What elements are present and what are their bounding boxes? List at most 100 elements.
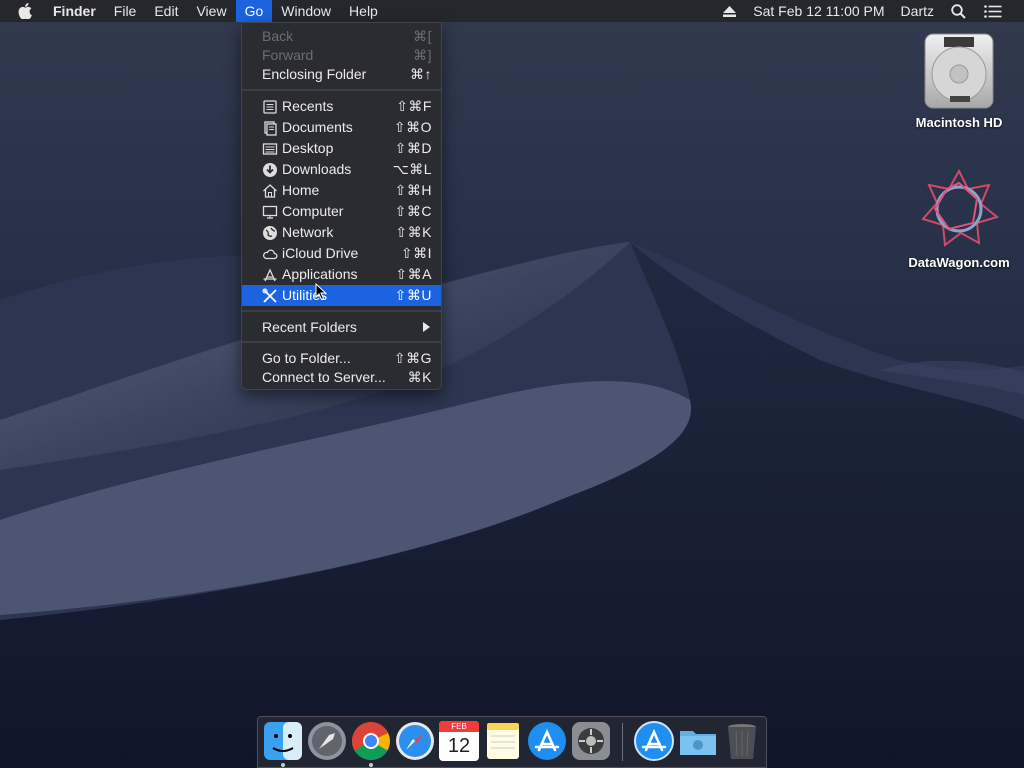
menu-item-shortcut: ⇧⌘F — [396, 98, 432, 114]
menubar-clock[interactable]: Sat Feb 12 11:00 PM — [745, 0, 892, 22]
menu-item-shortcut: ⇧⌘D — [394, 140, 432, 156]
menu-item-label: iCloud Drive — [282, 245, 359, 261]
launchpad-icon[interactable] — [307, 721, 347, 761]
documents-icon — [262, 120, 278, 136]
menu-item-desktop[interactable]: Desktop ⇧⌘D — [242, 138, 441, 159]
menu-item-computer[interactable]: Computer ⇧⌘C — [242, 201, 441, 222]
menu-view[interactable]: View — [187, 0, 235, 22]
menu-item-forward[interactable]: Forward ⌘] — [242, 45, 441, 66]
desktop-wallpaper — [0, 0, 1024, 768]
icloud-icon — [262, 246, 278, 262]
menu-edit[interactable]: Edit — [145, 0, 187, 22]
menu-item-shortcut: ⌘[ — [413, 28, 432, 44]
dock-divider — [622, 723, 623, 761]
menu-item-label: Documents — [282, 119, 353, 135]
app-store-icon[interactable] — [527, 721, 567, 761]
menu-bar: Finder File Edit View Go Window Help Sat… — [0, 0, 1024, 22]
recents-icon — [262, 99, 278, 115]
menu-file[interactable]: File — [105, 0, 146, 22]
menu-item-label: Computer — [282, 203, 344, 219]
menu-item-shortcut: ⌘↑ — [410, 66, 432, 82]
submenu-arrow-icon — [423, 322, 430, 332]
calendar-icon[interactable]: FEB 12 — [439, 721, 479, 761]
menu-item-go-to-folder[interactable]: Go to Folder... ⇧⌘G — [242, 348, 441, 369]
desktop-icon — [262, 141, 278, 157]
desktop-icon-datawagon[interactable]: DataWagon.com — [897, 166, 1021, 270]
menu-item-home[interactable]: Home ⇧⌘H — [242, 180, 441, 201]
applications-folder-icon[interactable] — [634, 721, 674, 761]
menu-item-applications[interactable]: Applications ⇧⌘A — [242, 264, 441, 285]
menu-item-label: Forward — [262, 47, 314, 63]
menu-item-shortcut: ⇧⌘C — [394, 203, 432, 219]
go-menu-dropdown: Back ⌘[ Forward ⌘] Enclosing Folder ⌘↑ R… — [241, 22, 442, 390]
computer-icon — [262, 204, 278, 220]
menu-item-connect-to-server[interactable]: Connect to Server... ⌘K — [242, 367, 441, 388]
menubar-user[interactable]: Dartz — [893, 0, 942, 22]
notes-icon[interactable] — [483, 721, 523, 761]
menu-separator — [242, 341, 441, 343]
network-icon — [262, 225, 278, 241]
desktop-icon-label: Macintosh HD — [915, 115, 1003, 130]
menu-app-finder[interactable]: Finder — [44, 0, 105, 22]
spotlight-icon[interactable] — [942, 0, 975, 22]
menu-item-shortcut: ⇧⌘G — [393, 350, 432, 366]
menu-item-label: Network — [282, 224, 334, 240]
notification-center-icon[interactable] — [975, 0, 1024, 22]
system-preferences-icon[interactable] — [571, 721, 611, 761]
menu-item-enclosing-folder[interactable]: Enclosing Folder ⌘↑ — [242, 64, 441, 85]
safari-icon[interactable] — [395, 721, 435, 761]
menu-item-shortcut: ⇧⌘I — [400, 245, 432, 261]
menu-item-shortcut: ⇧⌘H — [394, 182, 432, 198]
menu-item-label: Home — [282, 182, 320, 198]
menu-item-downloads[interactable]: Downloads ⌥⌘L — [242, 159, 441, 180]
menu-item-icloud-drive[interactable]: iCloud Drive ⇧⌘I — [242, 243, 441, 264]
desktop-icon-label: DataWagon.com — [908, 255, 1010, 270]
menu-item-documents[interactable]: Documents ⇧⌘O — [242, 117, 441, 138]
menu-item-shortcut: ⌘] — [413, 47, 432, 63]
menu-item-network[interactable]: Network ⇧⌘K — [242, 222, 441, 243]
menu-item-recents[interactable]: Recents ⇧⌘F — [242, 96, 441, 117]
menu-item-shortcut: ⇧⌘K — [395, 224, 432, 240]
menu-help[interactable]: Help — [340, 0, 387, 22]
menu-item-label: Desktop — [282, 140, 334, 156]
menu-item-shortcut: ⇧⌘A — [395, 266, 432, 282]
eject-icon[interactable] — [714, 0, 745, 22]
network-volume-icon — [921, 168, 1000, 247]
running-indicator — [281, 763, 285, 767]
menu-go[interactable]: Go — [235, 0, 273, 22]
menu-item-back[interactable]: Back ⌘[ — [242, 26, 441, 47]
menu-item-label: Enclosing Folder — [262, 66, 367, 82]
menu-item-utilities[interactable]: Utilities ⇧⌘U — [242, 285, 441, 306]
calendar-month: FEB — [439, 721, 479, 732]
desktop-icon-macintosh-hd[interactable]: Macintosh HD — [903, 30, 1015, 130]
menu-separator — [242, 310, 441, 312]
home-icon — [262, 183, 278, 199]
downloads-folder-icon[interactable] — [678, 721, 718, 761]
menu-separator — [242, 89, 441, 91]
menu-item-label: Recent Folders — [262, 319, 357, 335]
menu-item-label: Connect to Server... — [262, 369, 386, 385]
downloads-icon — [262, 162, 278, 178]
menu-item-label: Applications — [282, 266, 358, 282]
menu-window[interactable]: Window — [272, 0, 340, 22]
menu-item-shortcut: ⇧⌘O — [393, 119, 432, 135]
apple-icon[interactable] — [0, 0, 44, 22]
menu-item-recent-folders[interactable]: Recent Folders — [242, 317, 441, 338]
menu-item-shortcut: ⌘K — [407, 369, 432, 385]
menu-item-label: Recents — [282, 98, 334, 114]
calendar-day: 12 — [447, 735, 471, 757]
finder-icon[interactable] — [263, 721, 303, 761]
menu-item-label: Downloads — [282, 161, 352, 177]
menu-item-shortcut: ⌥⌘L — [392, 161, 432, 177]
chrome-icon[interactable] — [351, 721, 391, 761]
running-indicator — [369, 763, 373, 767]
mouse-cursor-icon — [315, 283, 327, 301]
dock: FEB 12 — [257, 716, 767, 768]
hard-drive-icon — [924, 33, 994, 109]
menu-item-label: Back — [262, 28, 294, 44]
menu-item-label: Go to Folder... — [262, 350, 351, 366]
applications-icon — [262, 267, 278, 283]
menu-item-shortcut: ⇧⌘U — [394, 287, 432, 303]
utilities-icon — [262, 288, 278, 304]
trash-icon[interactable] — [722, 721, 762, 761]
